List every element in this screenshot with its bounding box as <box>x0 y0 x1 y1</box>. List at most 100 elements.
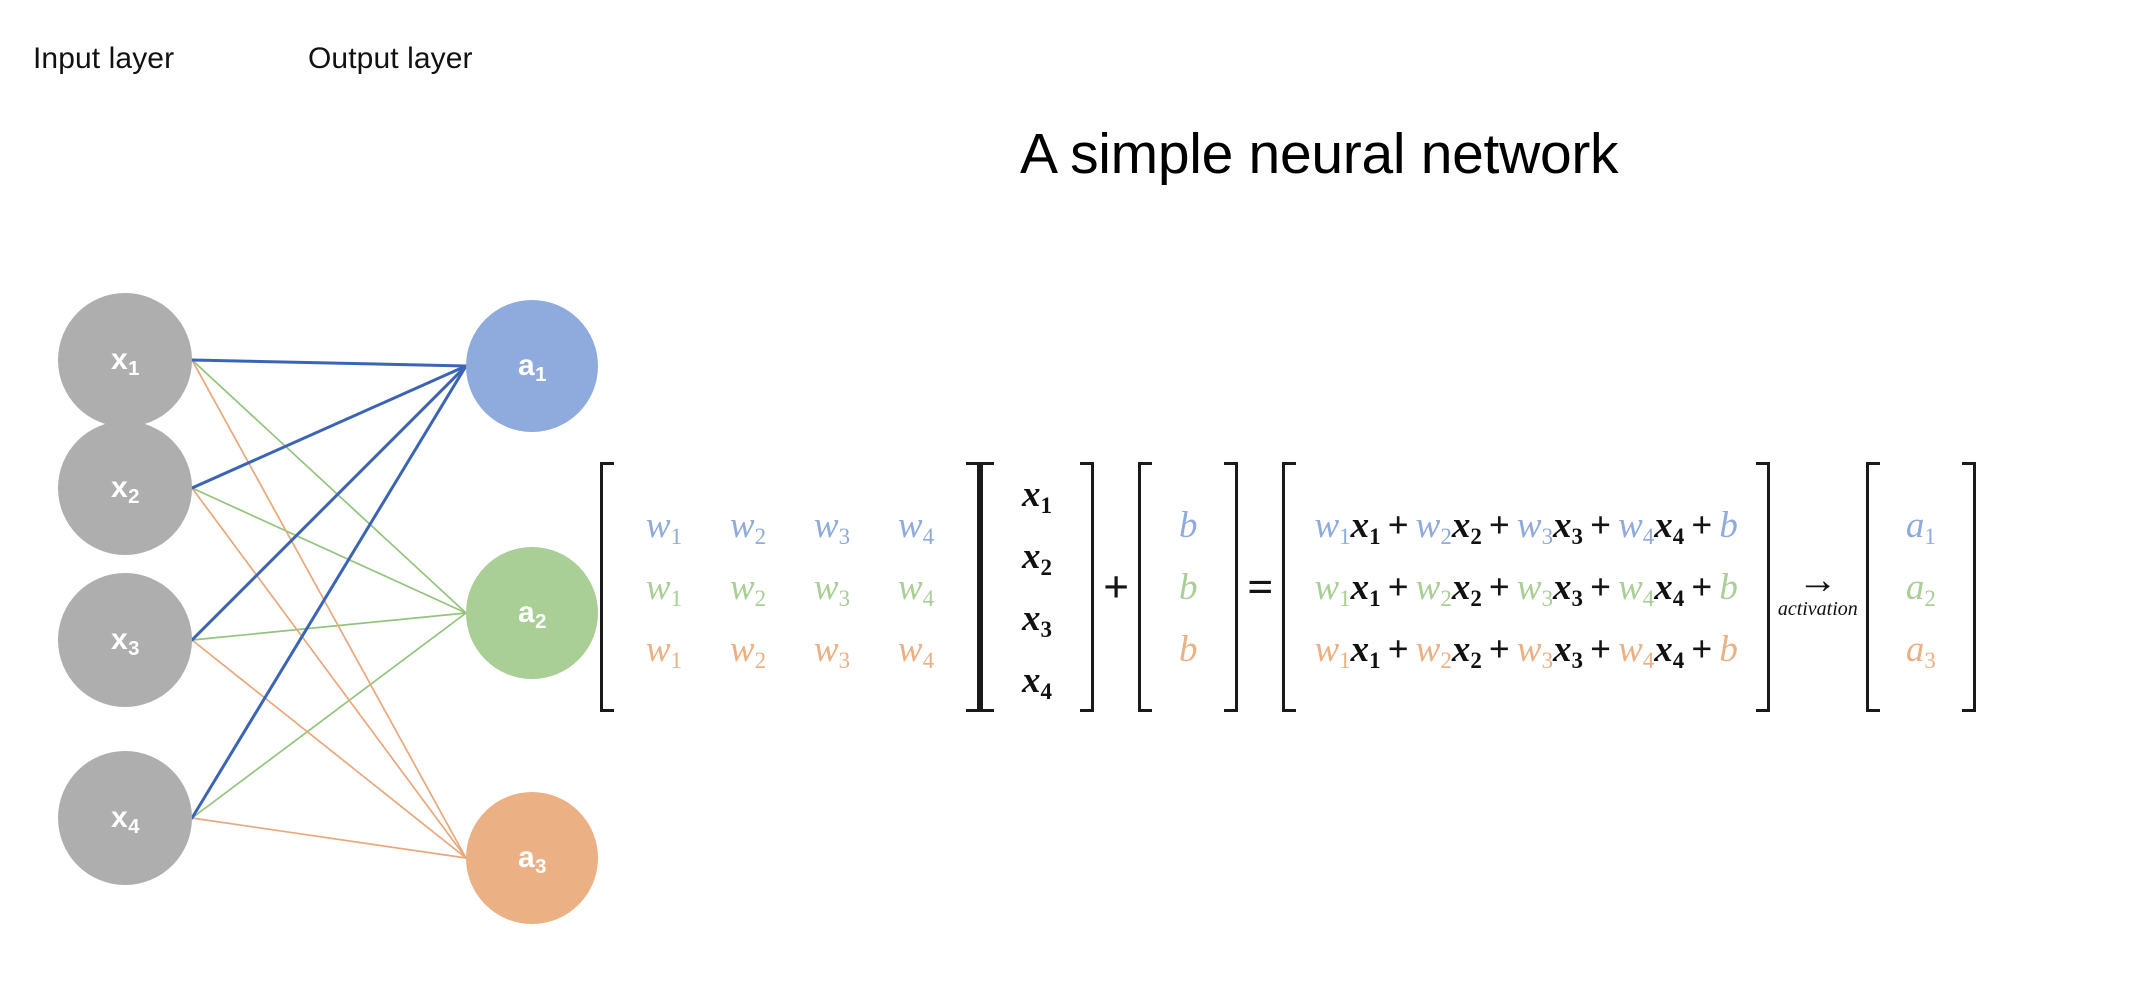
result-term: w1 x1 <box>1314 628 1381 674</box>
output-node-a1: a1 <box>466 300 598 432</box>
weight-cell: w4 <box>897 628 935 674</box>
result-input: x4 <box>1654 566 1685 612</box>
result-input: x3 <box>1553 504 1583 550</box>
node-label: x3 <box>110 623 140 661</box>
inline-plus: + <box>1590 504 1612 546</box>
input-vector-cell: x1 <box>1022 473 1052 519</box>
result-weight: w4 <box>1618 566 1655 612</box>
input-node-x1: x1 <box>58 293 192 427</box>
weight-cell: w2 <box>729 504 767 550</box>
weight-cell: w3 <box>813 504 851 550</box>
activation-cell: a1 <box>1905 504 1936 550</box>
result-term: w3 x3 <box>1516 504 1583 550</box>
result-term: w1 x1 <box>1314 566 1380 612</box>
result-input: x2 <box>1451 504 1482 550</box>
weight-cell: w1 <box>645 566 683 612</box>
right-arrow-icon: → <box>1797 556 1838 602</box>
inline-plus: + <box>1691 628 1713 670</box>
weight-matrix-row: w1 w2 w3 w4 <box>622 618 958 680</box>
input-vector-cell: x2 <box>1022 535 1052 581</box>
result-matrix-row: w1 x1 + w2 x2 + w3 x3 + w4 x4 + b <box>1314 618 1737 680</box>
inline-plus: + <box>1590 566 1612 608</box>
result-weight: w3 <box>1516 504 1554 550</box>
bias-cell: b <box>1178 566 1198 608</box>
equals-operator: = <box>1247 561 1274 612</box>
network-edge <box>191 612 467 819</box>
input-vector-row: x3 <box>1006 587 1068 649</box>
result-term: w2 x2 <box>1416 631 1482 673</box>
input-node-x3: x3 <box>58 573 192 707</box>
plus-operator: + <box>1103 561 1130 612</box>
result-term: w3 x3 <box>1517 628 1583 674</box>
inline-plus: + <box>1488 504 1510 546</box>
weight-matrix-bracket-right <box>966 462 980 712</box>
inline-plus: + <box>1387 628 1409 670</box>
result-matrix-row: w1 x1 + w2 x2 + w3 x3 + w4 x4 + b <box>1314 556 1737 618</box>
result-input: x1 <box>1350 628 1381 674</box>
result-bias: b <box>1719 628 1738 670</box>
result-weight: w2 <box>1415 566 1452 612</box>
input-vector-row: x1 <box>1006 463 1068 525</box>
inline-plus: + <box>1488 566 1510 608</box>
input-vector: x1 x2 x3 x4 <box>994 463 1080 711</box>
result-input: x2 <box>1451 566 1482 612</box>
slide-canvas: Input layer Output layer A simple neural… <box>0 0 2154 988</box>
result-weight: w1 <box>1314 566 1351 612</box>
weight-matrix-row: w1 w2 w3 w4 <box>622 556 958 618</box>
weight-cell: w1 <box>645 628 683 674</box>
weight-cell: w2 <box>729 628 767 674</box>
weight-matrix-row: w1 w2 w3 w4 <box>622 494 958 556</box>
result-weight: w1 <box>1314 504 1351 550</box>
inline-plus: + <box>1387 566 1409 608</box>
bias-vector-bracket-left <box>1138 462 1153 712</box>
activation-vector-row: a2 <box>1894 556 1948 618</box>
result-weight: w1 <box>1314 628 1351 674</box>
weight-cell: w4 <box>897 566 935 612</box>
result-weight: w4 <box>1618 504 1655 550</box>
result-matrix: w1 x1 + w2 x2 + w3 x3 + w4 x4 + b w1 x1 + w2 x2 + w3 x3 + w4 x4… <box>1296 494 1755 680</box>
a-vector-bracket-left <box>1865 462 1880 712</box>
result-input: x1 <box>1350 504 1381 550</box>
result-bias: b <box>1719 504 1738 546</box>
bias-cell: b <box>1178 504 1198 546</box>
network-edge <box>190 358 468 368</box>
network-edge <box>190 364 468 490</box>
weight-matrix: w1 w2 w3 w4 w1 w2 w3 w4 w1 w2 w3 w4 <box>614 494 966 680</box>
result-input: x4 <box>1654 628 1685 674</box>
bias-vector-row: b <box>1162 556 1214 618</box>
result-bias: b <box>1719 566 1738 608</box>
weight-matrix-bracket-left <box>600 462 614 712</box>
result-term: w1 x1 <box>1314 504 1381 550</box>
input-vector-row: x2 <box>1006 525 1068 587</box>
result-term: w2 x2 <box>1416 504 1482 550</box>
activation-vector-row: a3 <box>1894 618 1948 680</box>
network-edge <box>191 612 467 641</box>
x-vector-bracket-left <box>980 462 994 712</box>
bias-cell: b <box>1178 628 1198 670</box>
input-vector-cell: x4 <box>1022 659 1052 705</box>
node-label: a2 <box>517 596 547 634</box>
activation-operator: → activation <box>1770 556 1866 620</box>
matrix-equation: w1 w2 w3 w4 w1 w2 w3 w4 w1 w2 w3 w4 x1 x2 x3 x4 + bbb … <box>600 462 1976 712</box>
result-term: w4 x4 <box>1618 628 1685 674</box>
result-term: w4 x4 <box>1618 504 1685 550</box>
result-term: w2 x2 <box>1415 566 1482 612</box>
activation-label: activation <box>1777 597 1858 620</box>
result-input: x3 <box>1553 628 1583 674</box>
node-label: a1 <box>517 349 547 387</box>
node-label: x2 <box>110 471 140 509</box>
weight-cell: w1 <box>645 504 683 550</box>
result-input: x4 <box>1654 504 1685 550</box>
inline-plus: + <box>1488 628 1510 670</box>
node-label: a3 <box>517 841 547 879</box>
activation-vector: a1 a2 a3 <box>1880 494 1962 680</box>
x-vector-bracket-right <box>1080 462 1094 712</box>
weight-cell: w4 <box>897 504 935 550</box>
network-edge <box>190 364 468 642</box>
weight-cell: w3 <box>813 566 851 612</box>
input-node-x2: x2 <box>58 421 192 555</box>
input-node-x4: x4 <box>58 751 192 885</box>
result-weight: w3 <box>1516 566 1554 612</box>
input-vector-cell: x3 <box>1022 597 1052 643</box>
output-node-a2: a2 <box>466 547 598 679</box>
